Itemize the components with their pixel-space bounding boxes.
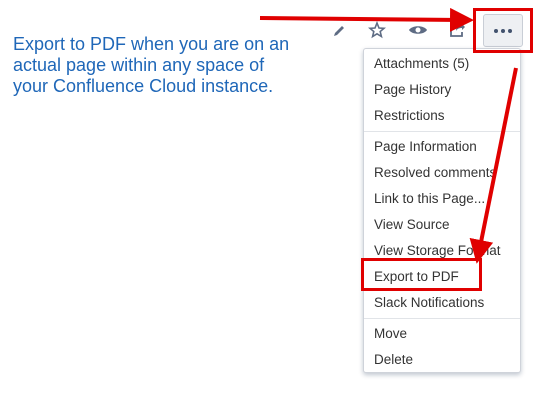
eye-icon[interactable]: [406, 19, 430, 41]
note-line: your Confluence Cloud instance.: [13, 76, 274, 96]
highlight-box-export-to-pdf: [361, 258, 482, 291]
star-icon[interactable]: [366, 19, 388, 41]
share-icon[interactable]: [446, 19, 468, 41]
menu-item-page-history[interactable]: Page History: [364, 77, 520, 103]
menu-item-slack-notifications[interactable]: Slack Notifications: [364, 290, 520, 316]
menu-item-restrictions[interactable]: Restrictions: [364, 103, 520, 129]
menu-divider: [364, 131, 520, 132]
menu-item-move[interactable]: Move: [364, 321, 520, 347]
annotation-note: Export to PDF when you are on an actual …: [13, 34, 313, 97]
pencil-icon[interactable]: [328, 20, 350, 42]
menu-item-link-to-page[interactable]: Link to this Page...: [364, 186, 520, 212]
menu-item-delete[interactable]: Delete: [364, 347, 520, 373]
menu-item-view-source[interactable]: View Source: [364, 212, 520, 238]
menu-divider: [364, 318, 520, 319]
menu-item-page-information[interactable]: Page Information: [364, 134, 520, 160]
note-line: Export to PDF when you are on an: [13, 34, 290, 54]
menu-item-resolved-comments[interactable]: Resolved comments: [364, 160, 520, 186]
note-line: actual page within any space of: [13, 55, 265, 75]
menu-item-attachments[interactable]: Attachments (5): [364, 51, 520, 77]
arrow-to-more-button: [259, 7, 474, 32]
more-actions-menu: Attachments (5) Page History Restriction…: [363, 48, 521, 373]
highlight-box-more-button: [473, 8, 533, 53]
